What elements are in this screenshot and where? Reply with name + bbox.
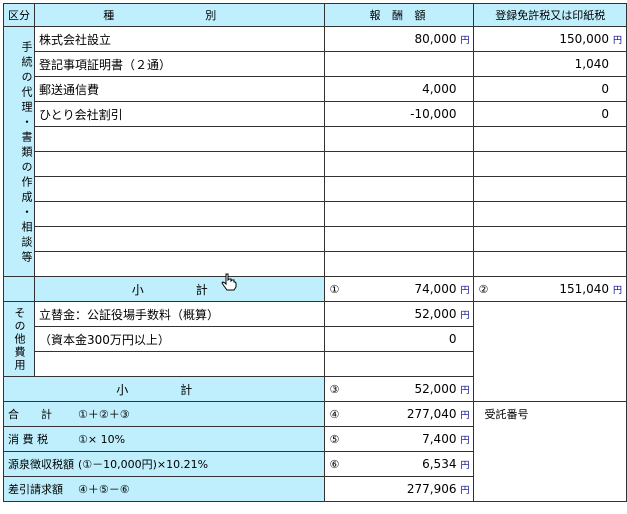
receipt-number-cell: 受託番号 (473, 401, 627, 502)
other-fee: 52,000 円 (324, 301, 475, 327)
subtotal2-fee: ③ 52,000 円 (324, 376, 475, 402)
item-name: 登記事項証明書（２通） (33, 51, 326, 77)
table-row-empty (4, 226, 627, 252)
other-name: 立替金：公証役場手数料（概算） (33, 301, 326, 327)
summary-row: 合 計 ①＋②＋③ ④ 277,040 円 受託番号 (2, 401, 627, 502)
item-fee: -10,000円 (324, 101, 475, 127)
item-tax: 0円 (473, 76, 627, 102)
item-fee: 80,000 円 (324, 26, 475, 52)
summary-fee: ④ 277,040 円 (324, 401, 475, 427)
table-row-empty (4, 201, 627, 227)
hand-pointer-icon (221, 273, 237, 291)
other-name (33, 351, 326, 377)
summary-fee: ⑤ 7,400 円 (324, 426, 475, 452)
subtotal1-row: 小 計 ① 74,000 円 ② 151,040 円 (3, 276, 627, 302)
summary-fee: ⑥ 6,534 円 (324, 451, 475, 477)
table-row-empty (4, 151, 627, 177)
fee-table: 区分 種 別 報 酬 額 登録免許税又は印紙税 手続の代理・書類の作成・相談等 … (2, 3, 627, 502)
item-name: 郵送通信費 (33, 76, 326, 102)
header-tax: 登録免許税又は印紙税 (473, 3, 627, 27)
item-name: 株式会社設立 (33, 26, 326, 52)
subtotal1-fee: ① 74,000 円 (324, 276, 475, 302)
table-row: 登記事項証明書（２通） 1,040円 (4, 51, 627, 77)
table-row: ひとり会社割引 -10,000円 0円 (4, 101, 627, 127)
summary-label: 消 費 税 ①× 10% (2, 426, 326, 452)
item-tax: 0円 (473, 101, 627, 127)
header-kubun: 区分 (3, 3, 35, 27)
item-fee (324, 51, 475, 77)
subtotal1-tax: ② 151,040 円 (473, 276, 627, 302)
item-name: ひとり会社割引 (33, 101, 326, 127)
summary-fee: 277,906 円 (324, 476, 475, 502)
other-name: （資本金300万円以上） (33, 326, 326, 352)
subtotal2-label: 小 計 (2, 376, 326, 402)
blank-tax-area (473, 301, 627, 402)
table-row: 手続の代理・書類の作成・相談等 株式会社設立 80,000 円 150,000 円 (3, 26, 627, 277)
other-fee: 0円 (324, 326, 475, 352)
summary-label: 差引請求額 ④＋⑤－⑥ (2, 476, 326, 502)
header-row: 区分 種 別 報 酬 額 登録免許税又は印紙税 (3, 3, 627, 27)
section1-label: 手続の代理・書類の作成・相談等 (3, 26, 35, 277)
table-row: 郵送通信費 4,000円 0円 (4, 76, 627, 102)
header-shubetsu: 種 別 (33, 3, 326, 27)
summary-label: 合 計 ①＋②＋③ (2, 401, 326, 427)
fee-estimate-sheet: 区分 種 別 報 酬 額 登録免許税又は印紙税 手続の代理・書類の作成・相談等 … (0, 0, 627, 514)
item-tax: 150,000 円 (473, 26, 627, 52)
section2-label: その他費用 (3, 301, 35, 377)
summary-label: 源泉徴収税額 (①－10,000円)×10.21% (2, 451, 326, 477)
header-hoshu: 報 酬 額 (324, 3, 475, 27)
table-row-empty (4, 126, 627, 152)
item-fee: 4,000円 (324, 76, 475, 102)
other-row: その他費用 立替金：公証役場手数料（概算） 52,000 円 (3, 301, 627, 402)
item-tax: 1,040円 (473, 51, 627, 77)
other-fee (324, 351, 475, 377)
table-row-empty (4, 251, 627, 277)
receipt-label: 受託番号 (484, 408, 529, 421)
subtotal1-label: 小 計 (33, 276, 326, 302)
table-row-empty (4, 176, 627, 202)
